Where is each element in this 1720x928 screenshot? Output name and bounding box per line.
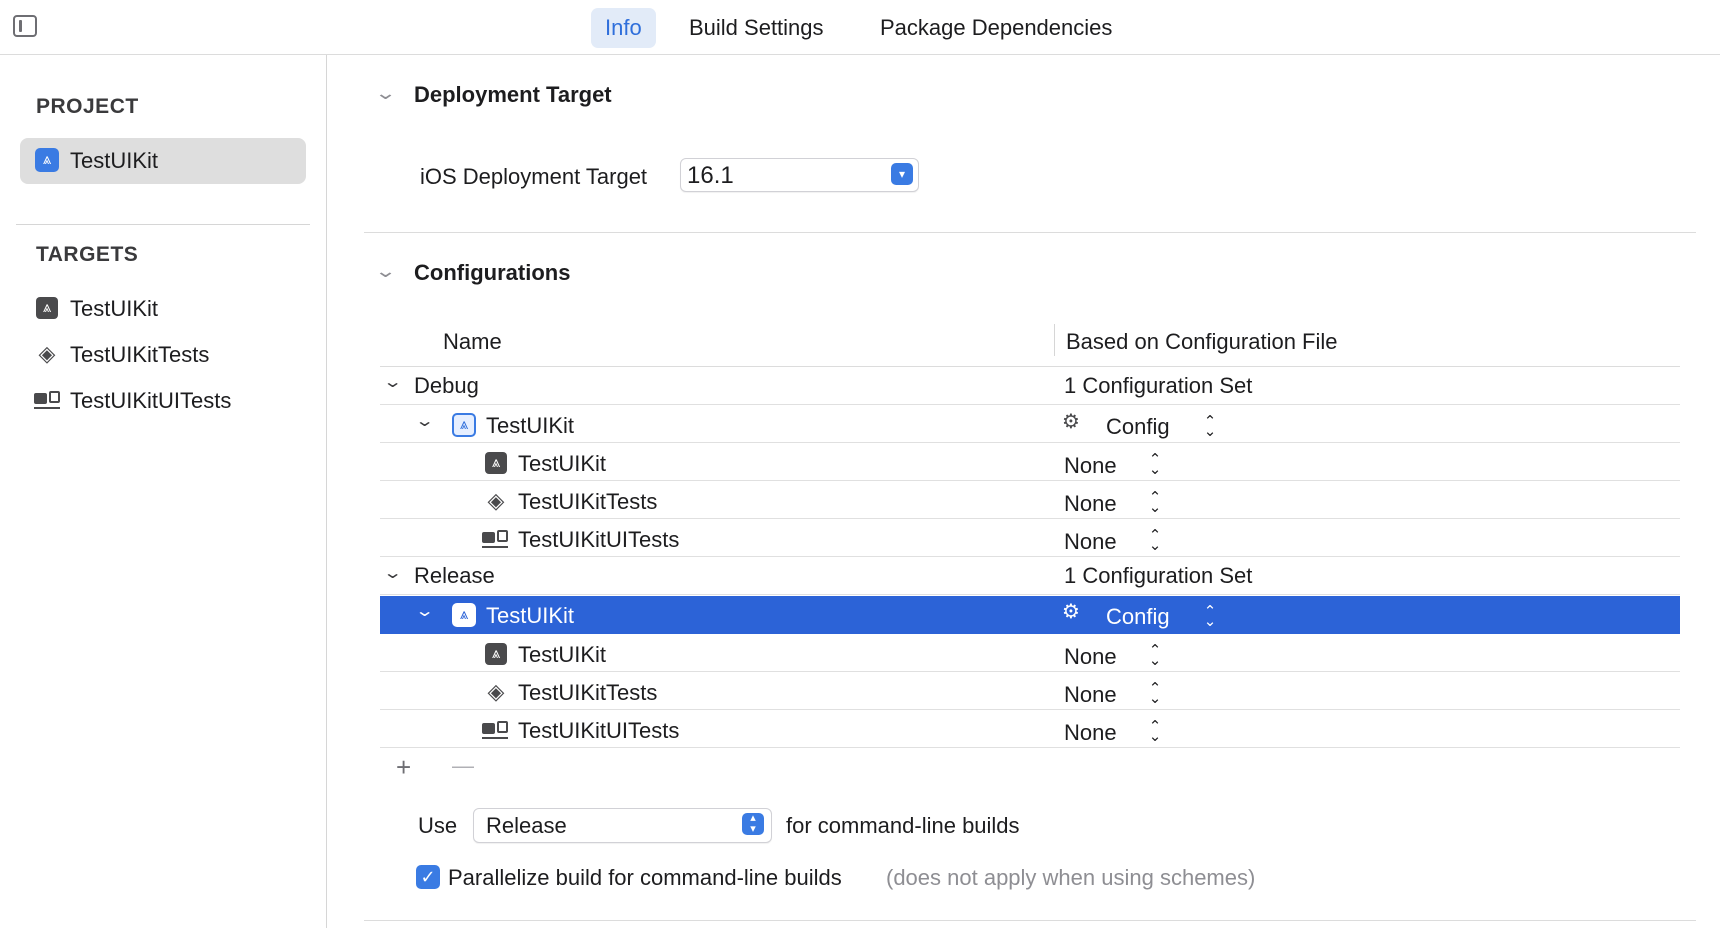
config-file-value[interactable]: None <box>1064 720 1117 746</box>
remove-configuration-button[interactable]: — <box>452 753 474 779</box>
config-file-value[interactable]: None <box>1064 644 1117 670</box>
up-down-stepper-icon[interactable]: ⌃ ⌄ <box>1148 528 1162 553</box>
config-row-name: TestUIKit <box>486 413 575 438</box>
tab-build-settings[interactable]: Build Settings <box>675 8 838 48</box>
column-divider <box>1054 324 1055 356</box>
configurations-collapse-chevron-icon[interactable]: ⌄ <box>374 261 397 282</box>
app-target-icon: ⩓ <box>485 643 507 665</box>
sidebar-target-label: TestUIKitTests <box>70 342 210 367</box>
sidebar-item-target-testuikit[interactable] <box>20 285 306 331</box>
config-file-value[interactable]: None <box>1064 491 1117 517</box>
config-file-value[interactable]: None <box>1064 529 1117 555</box>
ui-test-target-icon <box>482 529 510 549</box>
config-file-value[interactable]: None <box>1064 682 1117 708</box>
xcodeproj-icon: ⩓ <box>452 413 476 437</box>
parallelize-note: (does not apply when using schemes) <box>886 865 1256 890</box>
ui-test-target-icon <box>34 390 62 410</box>
disclosure-chevron-icon[interactable]: ⌄ <box>415 601 435 621</box>
sidebar-target-label: TestUIKit <box>70 296 159 321</box>
top-bar <box>0 0 1720 55</box>
config-file-value[interactable]: Config <box>1106 414 1170 440</box>
column-header-based-on[interactable]: Based on Configuration File <box>1066 329 1338 355</box>
deployment-section-title: Deployment Target <box>414 82 612 107</box>
ios-deployment-target-label: iOS Deployment Target <box>420 164 648 189</box>
up-down-stepper-icon[interactable]: ⌃ ⌄ <box>1203 414 1217 439</box>
config-row-name: TestUIKitUITests <box>518 527 680 552</box>
sidebar-target-label: TestUIKitUITests <box>70 388 232 413</box>
app-target-icon: ⩓ <box>36 297 58 319</box>
config-group-summary: 1 Configuration Set <box>1064 373 1253 398</box>
config-group-name: Release <box>414 563 495 588</box>
table-row[interactable] <box>380 405 1680 443</box>
up-down-stepper-icon[interactable]: ⌃ ⌄ <box>1148 452 1162 477</box>
sidebar-divider <box>16 224 310 225</box>
tab-package-dependencies[interactable]: Package Dependencies <box>866 8 1126 48</box>
config-file-gear-icon: ⚙ <box>1062 601 1080 623</box>
xcodeproj-icon: ⩓ <box>452 603 476 627</box>
table-row-selected[interactable]: ⌄ ⩓ TestUIKit ⚙ Config ⌃ ⌄ <box>380 596 1680 634</box>
parallelize-label[interactable]: Parallelize build for command-line build… <box>448 865 842 891</box>
ui-test-target-icon <box>482 720 510 740</box>
disclosure-chevron-icon[interactable]: ⌄ <box>383 563 403 583</box>
up-down-stepper-icon[interactable]: ⌃ ⌄ <box>1148 719 1162 744</box>
section-divider <box>364 232 1696 233</box>
up-down-stepper-icon[interactable]: ⌃ ⌄ <box>1203 604 1217 629</box>
command-line-config-value: Release <box>486 813 567 838</box>
config-row-name: TestUIKitTests <box>518 489 658 514</box>
tab-info[interactable]: Info <box>591 8 656 48</box>
config-group-name: Debug <box>414 373 479 398</box>
command-line-suffix-label: for command-line builds <box>786 813 1020 838</box>
ios-deployment-target-value: 16.1 <box>687 162 734 189</box>
sidebar-project-label: TestUIKit <box>70 148 159 173</box>
config-row-name: TestUIKitUITests <box>518 718 680 743</box>
unit-test-target-icon: ◈ <box>487 488 505 513</box>
parallelize-checkbox[interactable]: ✓ <box>416 865 440 889</box>
column-header-name[interactable]: Name <box>443 329 502 355</box>
up-down-chevron-icon[interactable]: ▴ ▾ <box>742 813 764 835</box>
config-group-summary: 1 Configuration Set <box>1064 563 1253 588</box>
project-section-title: PROJECT <box>36 95 139 118</box>
unit-test-target-icon: ◈ <box>38 341 56 366</box>
disclosure-chevron-icon[interactable]: ⌄ <box>415 411 435 431</box>
disclosure-chevron-icon[interactable]: ⌄ <box>383 372 403 392</box>
config-file-value[interactable]: Config <box>1106 604 1170 630</box>
up-down-stepper-icon[interactable]: ⌃ ⌄ <box>1148 681 1162 706</box>
sidebar-item-project-testuikit[interactable] <box>20 138 306 184</box>
add-configuration-button[interactable]: + <box>396 752 411 783</box>
deployment-collapse-chevron-icon[interactable]: ⌄ <box>374 83 397 104</box>
chevron-down-icon[interactable]: ▾ <box>891 163 913 185</box>
config-row-name: TestUIKit <box>518 642 607 667</box>
unit-test-target-icon: ◈ <box>487 679 505 704</box>
section-divider <box>364 920 1696 921</box>
app-target-icon: ⩓ <box>485 452 507 474</box>
config-row-name: TestUIKitTests <box>518 680 658 705</box>
config-file-value[interactable]: None <box>1064 453 1117 479</box>
sidebar <box>0 55 327 928</box>
xcodeproj-icon: ⩓ <box>35 148 59 172</box>
configurations-section-title: Configurations <box>414 260 571 285</box>
targets-section-title: TARGETS <box>36 243 139 266</box>
config-row-name: TestUIKit <box>518 451 607 476</box>
sidebar-toggle-icon[interactable] <box>13 15 37 37</box>
use-label: Use <box>418 813 458 838</box>
table-row-release[interactable] <box>380 557 1680 595</box>
config-file-gear-icon: ⚙ <box>1062 411 1080 433</box>
up-down-stepper-icon[interactable]: ⌃ ⌄ <box>1148 643 1162 668</box>
up-down-stepper-icon[interactable]: ⌃ ⌄ <box>1148 490 1162 515</box>
table-row-debug[interactable] <box>380 367 1680 405</box>
config-row-name: TestUIKit <box>486 603 575 628</box>
